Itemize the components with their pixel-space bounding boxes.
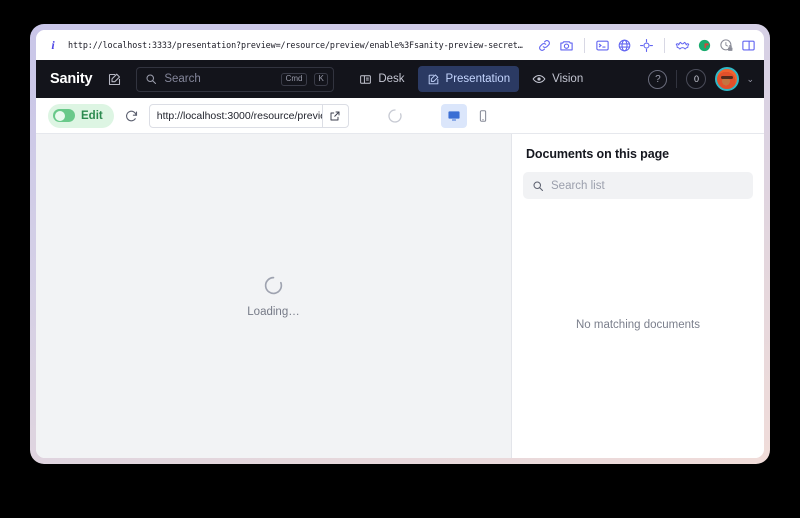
help-icon[interactable]: ? bbox=[648, 69, 668, 89]
eye-icon bbox=[532, 72, 546, 86]
chevron-down-icon[interactable]: ⌄ bbox=[746, 74, 754, 85]
privacy-shield-icon[interactable] bbox=[719, 38, 734, 53]
preview-url-value: http://localhost:3000/resource/preview/e… bbox=[156, 109, 322, 122]
preview-loading-label: Loading… bbox=[247, 305, 300, 318]
documents-search-wrap: Search list bbox=[512, 172, 764, 210]
documents-search-input[interactable]: Search list bbox=[523, 172, 753, 199]
info-icon[interactable]: i bbox=[46, 38, 60, 52]
camera-icon[interactable] bbox=[559, 38, 574, 53]
search-placeholder: Search bbox=[164, 73, 201, 85]
desk-icon bbox=[359, 73, 372, 86]
toolbar-divider bbox=[584, 37, 585, 53]
compose-icon[interactable] bbox=[102, 67, 126, 91]
status-badge[interactable]: 0 bbox=[686, 69, 707, 89]
tab-desk-label: Desk bbox=[378, 73, 405, 85]
tab-presentation-label: Presentation bbox=[445, 73, 511, 85]
documents-search-placeholder: Search list bbox=[551, 179, 605, 192]
sanity-logo[interactable]: Sanity bbox=[50, 71, 93, 87]
browser-url-text[interactable]: http://localhost:3333/presentation?previ… bbox=[68, 40, 537, 50]
external-link-icon[interactable] bbox=[321, 104, 348, 127]
globe-icon[interactable] bbox=[617, 38, 632, 53]
desktop-icon[interactable] bbox=[440, 103, 467, 128]
mobile-icon[interactable] bbox=[470, 104, 496, 128]
documents-panel-title: Documents on this page bbox=[526, 147, 669, 161]
sanity-navbar: Sanity Search Cmd K Desk Presentation Vi… bbox=[36, 60, 764, 98]
edit-toggle-label: Edit bbox=[81, 109, 103, 122]
browser-address-bar: i http://localhost:3333/presentation?pre… bbox=[36, 30, 764, 60]
toolbar-divider-2 bbox=[664, 37, 665, 53]
preview-loading-spinner bbox=[263, 275, 284, 296]
terminal-icon[interactable] bbox=[595, 38, 610, 53]
split-panel-icon[interactable] bbox=[741, 38, 756, 53]
tab-vision-label: Vision bbox=[552, 73, 584, 85]
shortcut-cmd-key: Cmd bbox=[281, 72, 307, 86]
avatar[interactable] bbox=[715, 67, 740, 91]
documents-empty-message: No matching documents bbox=[575, 319, 700, 331]
browser-toolbar-icons bbox=[537, 37, 756, 53]
search-icon bbox=[145, 73, 157, 85]
edit-switch-knob bbox=[53, 109, 75, 122]
edit-toggle[interactable]: Edit bbox=[48, 103, 114, 128]
green-extension-icon[interactable] bbox=[697, 38, 712, 53]
search-icon bbox=[532, 180, 544, 192]
preview-iframe-pane[interactable]: Loading… bbox=[36, 134, 512, 458]
refresh-icon[interactable] bbox=[124, 108, 139, 123]
preview-url-input[interactable]: http://localhost:3000/resource/preview/e… bbox=[148, 103, 349, 128]
documents-panel: Documents on this page Search list No ma… bbox=[512, 134, 764, 458]
browser-window: i http://localhost:3333/presentation?pre… bbox=[36, 30, 764, 458]
toolbar-loading-spinner bbox=[387, 108, 403, 124]
presentation-icon bbox=[427, 73, 440, 86]
search-input[interactable]: Search Cmd K bbox=[136, 66, 335, 92]
bat-extension-icon[interactable] bbox=[675, 38, 690, 53]
target-icon[interactable] bbox=[639, 38, 654, 53]
tab-vision[interactable]: Vision bbox=[523, 66, 592, 92]
nav-tabs: Desk Presentation Vision bbox=[350, 66, 592, 92]
navbar-divider bbox=[676, 70, 678, 88]
presentation-toolbar: Edit http://localhost:3000/resource/prev… bbox=[36, 98, 764, 134]
viewport-toggle bbox=[440, 103, 496, 128]
presentation-body: Loading… Documents on this page Search l… bbox=[36, 134, 764, 458]
browser-window-frame: i http://localhost:3333/presentation?pre… bbox=[30, 24, 770, 464]
shortcut-k-key: K bbox=[313, 72, 329, 86]
tab-presentation[interactable]: Presentation bbox=[417, 66, 520, 92]
navbar-right-controls: ? 0 ⌄ bbox=[648, 67, 754, 91]
tab-desk[interactable]: Desk bbox=[350, 66, 413, 92]
link-icon[interactable] bbox=[537, 38, 552, 53]
